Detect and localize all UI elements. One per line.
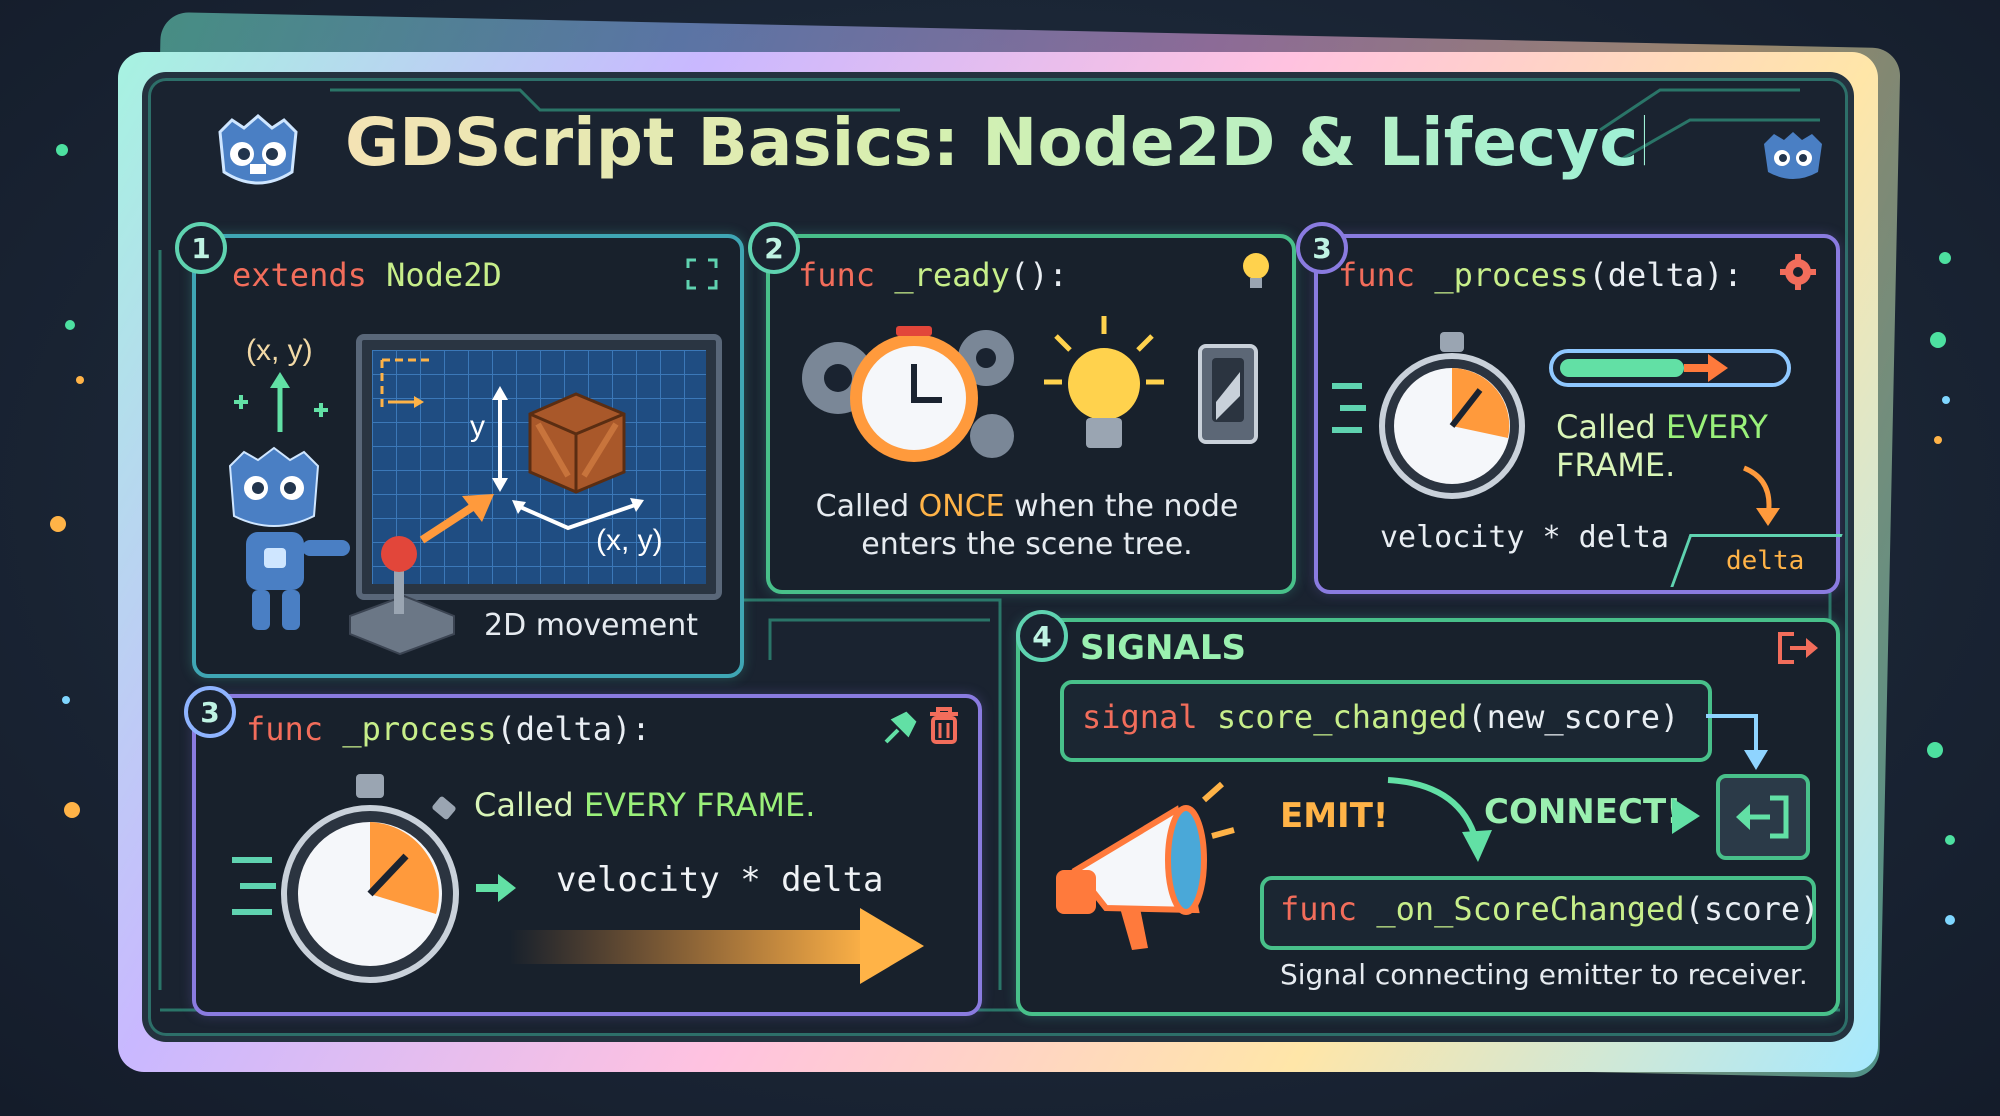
panel2-caption: Called ONCE when the node enters the sce… bbox=[786, 488, 1268, 564]
curved-arrow-icon bbox=[1387, 777, 1492, 862]
receiver-node-icon[interactable] bbox=[1716, 774, 1810, 860]
step-badge: 2 bbox=[748, 222, 800, 274]
code-receiver-line: func _on_ScoreChanged(score) bbox=[1280, 890, 1819, 928]
panel4-caption: Signal connecting emitter to receiver. bbox=[1280, 958, 1808, 991]
formula: velocity * delta bbox=[1380, 520, 1669, 555]
caption-highlight: ONCE bbox=[918, 489, 1005, 524]
step-badge: 3 bbox=[184, 686, 236, 738]
keyword: func bbox=[1338, 256, 1416, 294]
params: (new_score) bbox=[1467, 698, 1680, 736]
code-process-line: func _process(delta): bbox=[246, 710, 651, 748]
gear-icon[interactable] bbox=[1778, 252, 1818, 292]
pin-icon[interactable] bbox=[880, 708, 920, 748]
exit-icon[interactable] bbox=[1776, 630, 1820, 666]
selection-corner-icon bbox=[380, 358, 430, 408]
coordinate-label-2: (x, y) bbox=[596, 524, 663, 557]
godot-logo-icon bbox=[1758, 124, 1828, 186]
panel3b-caption: Called EVERY FRAME. bbox=[474, 786, 815, 824]
stopwatch-icon bbox=[232, 774, 459, 983]
axis-arrows-icon bbox=[234, 372, 328, 432]
gear-clock-icon bbox=[802, 326, 1014, 462]
code-process-line: func _process(delta): bbox=[1338, 256, 1743, 294]
curved-arrow-icon bbox=[1742, 465, 1780, 526]
lightbulb-icon bbox=[1044, 316, 1164, 448]
caption-text: when the node bbox=[1004, 489, 1239, 524]
crate-icon bbox=[528, 392, 626, 494]
lightbulb-small-icon bbox=[1243, 253, 1269, 288]
connect-label: CONNECT! bbox=[1484, 792, 1682, 832]
godot-logo-icon bbox=[206, 102, 310, 198]
toggle-switch-icon[interactable] bbox=[1196, 342, 1268, 452]
params: (delta): bbox=[496, 710, 651, 748]
caption-highlight: EVERY bbox=[1665, 408, 1768, 446]
connector-arrow-icon bbox=[1706, 714, 1768, 770]
keyword: func bbox=[246, 710, 324, 748]
keyword: func bbox=[1280, 890, 1358, 928]
params: (score) bbox=[1684, 890, 1820, 928]
caption-text: enters the scene tree. bbox=[861, 527, 1193, 562]
emit-label: EMIT! bbox=[1280, 796, 1389, 836]
page-title: GDScript Basics: Node2D & Lifecycle bbox=[345, 104, 1706, 194]
code-ready-line: func _ready(): bbox=[798, 256, 1068, 294]
code-extends-line: extends Node2D bbox=[232, 256, 502, 294]
caption-highlight: EVERY FRAME. bbox=[583, 786, 816, 824]
signal-name: score_changed bbox=[1197, 698, 1468, 736]
caption-text: Called bbox=[815, 489, 919, 524]
function-name: _ready bbox=[875, 256, 1010, 294]
params: (delta): bbox=[1588, 256, 1743, 294]
y-axis-label: y bbox=[470, 410, 485, 443]
progress-bar-icon bbox=[1549, 349, 1791, 387]
expand-icon[interactable] bbox=[686, 258, 718, 290]
play-arrow-icon bbox=[1672, 798, 1700, 834]
function-name: _on_ScoreChanged bbox=[1357, 890, 1685, 928]
function-name: _process bbox=[323, 710, 497, 748]
step-badge: 1 bbox=[175, 222, 227, 274]
push-arrow-icon bbox=[419, 494, 494, 544]
motion-arrow-icon bbox=[510, 908, 924, 984]
class-name: Node2D bbox=[366, 256, 502, 294]
formula: velocity * delta bbox=[556, 860, 884, 900]
trash-icon[interactable] bbox=[926, 706, 962, 746]
panel3-caption: Called EVERY FRAME. bbox=[1556, 408, 1768, 484]
panel1-caption: 2D movement bbox=[484, 608, 698, 643]
keyword: signal bbox=[1082, 698, 1198, 736]
caption-text: Called bbox=[474, 786, 584, 824]
delta-tag: delta bbox=[1726, 546, 1805, 576]
caption-text: Called bbox=[1556, 408, 1666, 446]
stopwatch-icon bbox=[1332, 332, 1525, 499]
step-badge: 4 bbox=[1016, 610, 1068, 662]
y-arrow-icon bbox=[492, 386, 508, 492]
function-name: _process bbox=[1415, 256, 1589, 294]
signals-heading: SIGNALS bbox=[1080, 628, 1246, 668]
coordinate-label: (x, y) bbox=[246, 334, 313, 367]
caption-text: FRAME. bbox=[1556, 446, 1676, 484]
keyword: func bbox=[798, 256, 876, 294]
params: (): bbox=[1009, 256, 1068, 294]
megaphone-icon bbox=[1056, 781, 1235, 950]
code-signal-line: signal score_changed(new_score) bbox=[1082, 698, 1679, 736]
keyword: extends bbox=[232, 256, 367, 294]
